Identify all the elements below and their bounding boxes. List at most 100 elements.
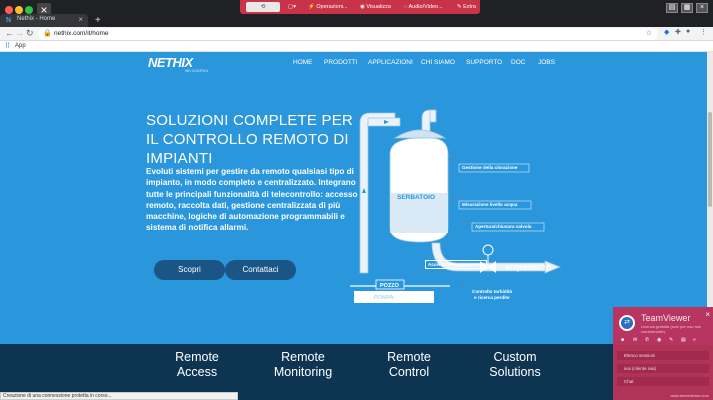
remote-menu-view-label: Visualizza xyxy=(366,4,391,10)
browser-tabstrip: × N Nethix - Home × + ⟲ ▢▾ ⚡ Operazioni.… xyxy=(0,0,713,27)
screen: × N Nethix - Home × + ⟲ ▢▾ ⚡ Operazioni.… xyxy=(0,0,713,400)
back-icon[interactable]: ← xyxy=(5,28,14,38)
tank-dome xyxy=(393,129,447,139)
teamviewer-close-icon[interactable]: × xyxy=(705,310,710,319)
browser-menu-icon[interactable]: ⋮ xyxy=(700,28,707,36)
teamviewer-license-text: Licenza gratuita (solo per uso non comme… xyxy=(641,324,702,334)
window-close-icon[interactable]: × xyxy=(696,3,708,13)
extension-icon[interactable]: ◆ xyxy=(664,28,669,36)
new-tab-icon[interactable]: + xyxy=(95,15,101,26)
remote-menu-extra-label: Extra xyxy=(463,4,476,10)
feature-remote-monitoring-line-2: Monitoring xyxy=(273,365,333,379)
teamviewer-header: ⇄ TeamViewer Licenza gratuita (solo per … xyxy=(613,307,713,345)
signal-icon: ◟◟ xyxy=(452,194,457,200)
tab-close-icon[interactable]: × xyxy=(78,15,83,24)
maximize-window-icon[interactable] xyxy=(25,6,33,14)
video-icon[interactable]: ■ xyxy=(621,337,624,343)
aqueduct-label: ACQUEDOTTO xyxy=(505,265,551,272)
minimize-window-icon[interactable] xyxy=(15,6,23,14)
feature-custom-solutions-line-2: Solutions xyxy=(489,365,541,379)
url-text: nethix.com/it/home xyxy=(54,30,109,37)
scrollbar-thumb[interactable] xyxy=(708,112,712,207)
expand-icon[interactable]: » xyxy=(693,337,696,343)
hero-title-line-2: IL CONTROLLO REMOTO DI xyxy=(146,131,349,148)
bookmark-apps[interactable]: App xyxy=(15,43,26,49)
teamviewer-website-link[interactable]: www.teamviewer.com xyxy=(671,393,709,398)
well-body xyxy=(354,291,434,303)
nav-supporto[interactable]: SUPPORTO xyxy=(466,59,502,66)
apps-grid-icon[interactable]: ⠿ xyxy=(5,42,10,50)
close-window-icon[interactable] xyxy=(5,6,13,14)
nav-jobs[interactable]: JOBS xyxy=(538,59,555,66)
hero-description: Evoluti sistemi per gestire da remoto qu… xyxy=(146,167,358,233)
chat-icon[interactable]: ✉ xyxy=(633,337,637,343)
nav-applicazioni[interactable]: APPLICAZIONI xyxy=(368,59,413,66)
window-layout-icon[interactable]: ▤ xyxy=(666,3,678,13)
nav-home[interactable]: HOME xyxy=(293,59,313,66)
whiteboard-icon[interactable]: ✎ xyxy=(669,337,673,343)
feature-remote-control[interactable]: Remote Control xyxy=(364,350,454,380)
teamviewer-title: TeamViewer xyxy=(641,313,691,323)
callout-valve: Apertura/chiusura valvola xyxy=(475,224,532,229)
forward-icon[interactable]: → xyxy=(15,28,24,38)
signal-icon: ◟◟ xyxy=(463,218,468,224)
water-plant-illustration: ACQUEDOTTO SERBATOIO POZZO POMPA Gestion… xyxy=(350,109,562,303)
file-icon[interactable]: ▤ xyxy=(681,337,686,343)
extensions-puzzle-icon[interactable]: ✚ xyxy=(675,28,681,36)
camera-icon[interactable]: ◉ xyxy=(657,337,661,343)
remote-menu-view[interactable]: ◉ Visualizza xyxy=(360,2,391,12)
callout-power: Accensione/spegnimento xyxy=(425,260,487,269)
nav-prodotti[interactable]: PRODOTTI xyxy=(324,59,358,66)
nethix-favicon-icon: N xyxy=(6,17,12,24)
reload-icon[interactable]: ↻ xyxy=(26,28,34,39)
bookmarks-bar: ⠿ App xyxy=(0,41,713,52)
feature-remote-monitoring-line-1: Remote xyxy=(281,350,325,364)
end-session-button[interactable]: ⟲ xyxy=(246,2,280,12)
screen-icon[interactable]: ▢▾ xyxy=(288,2,296,12)
nav-doc[interactable]: DOC xyxy=(511,59,525,66)
teamviewer-chat-row[interactable]: Chat xyxy=(617,377,709,386)
feature-remote-monitoring[interactable]: Remote Monitoring xyxy=(258,350,348,380)
remote-menu-actions-label: Operazioni... xyxy=(316,4,348,10)
teamviewer-sessions-row[interactable]: Elenco sessioni xyxy=(617,351,709,360)
teamviewer-toolbar: ■ ✉ ✆ ◉ ✎ ▤ » xyxy=(613,337,713,345)
valve-wheel-icon xyxy=(482,244,494,256)
feature-remote-control-line-2: Control xyxy=(388,365,430,379)
scopri-button[interactable]: Scopri xyxy=(154,260,225,280)
bookmark-star-icon[interactable]: ☆ xyxy=(646,29,652,37)
pump-label: POMPA xyxy=(374,295,394,301)
feature-remote-access-line-1: Remote xyxy=(175,350,219,364)
teamviewer-session-entry[interactable]: ivai (cliente ivai) xyxy=(617,364,709,373)
tab-nethix-home[interactable]: N Nethix - Home × xyxy=(0,14,88,27)
phone-icon[interactable]: ✆ xyxy=(645,337,649,343)
feature-remote-access[interactable]: Remote Access xyxy=(152,350,242,380)
tab-title: Nethix - Home xyxy=(17,16,56,22)
address-bar[interactable]: 🔒 nethix.com/it/home ☆ xyxy=(38,28,658,40)
callout-chlorination: Gestione della clorazione xyxy=(462,165,518,170)
remote-menu-audio-video-label: Audio/Video... xyxy=(408,4,443,10)
teamviewer-logo-icon: ⇄ xyxy=(619,315,635,331)
tank-label: SERBATOIO xyxy=(397,194,435,201)
window-tile-icon[interactable]: ▦ xyxy=(681,3,693,13)
contattaci-button[interactable]: Contattaci xyxy=(225,260,296,280)
nethix-logo[interactable]: NETHIX xyxy=(148,55,193,70)
hero-title: SOLUZIONI COMPLETE PER IL CONTROLLO REMO… xyxy=(146,111,366,168)
signal-icon: ◟◟ xyxy=(461,282,466,288)
hero-title-line-1: SOLUZIONI COMPLETE PER xyxy=(146,112,353,129)
remote-menu-extra[interactable]: ✎ Extra xyxy=(457,2,476,12)
callout-turbidity: Controllo torbidità xyxy=(472,289,513,294)
website-viewport: NETHIX WE CONTROL HOME PRODOTTI APPLICAZ… xyxy=(0,52,713,400)
signal-icon: ◟◟ xyxy=(448,156,453,162)
feature-remote-control-line-1: Remote xyxy=(387,350,431,364)
feature-custom-solutions[interactable]: Custom Solutions xyxy=(470,350,560,380)
feature-custom-solutions-line-1: Custom xyxy=(493,350,537,364)
status-bubble: Creazione di una connessione protetta in… xyxy=(0,392,238,400)
callout-water-level: Misurazione livello acqua xyxy=(462,202,518,207)
remote-menu-audio-video[interactable]: ◌ Audio/Video... xyxy=(404,2,443,12)
browser-toolbar: ← → ↻ 🔒 nethix.com/it/home ☆ ◆ ✚ ● ⋮ xyxy=(0,27,713,41)
teamviewer-panel: ⇄ TeamViewer Licenza gratuita (solo per … xyxy=(613,307,713,400)
profile-icon[interactable]: ● xyxy=(686,28,690,35)
remote-menu-actions[interactable]: ⚡ Operazioni... xyxy=(308,2,348,12)
callout-leaks: e ricerca perdite xyxy=(474,295,510,300)
nav-chi-siamo[interactable]: CHI SIAMO xyxy=(421,59,455,66)
